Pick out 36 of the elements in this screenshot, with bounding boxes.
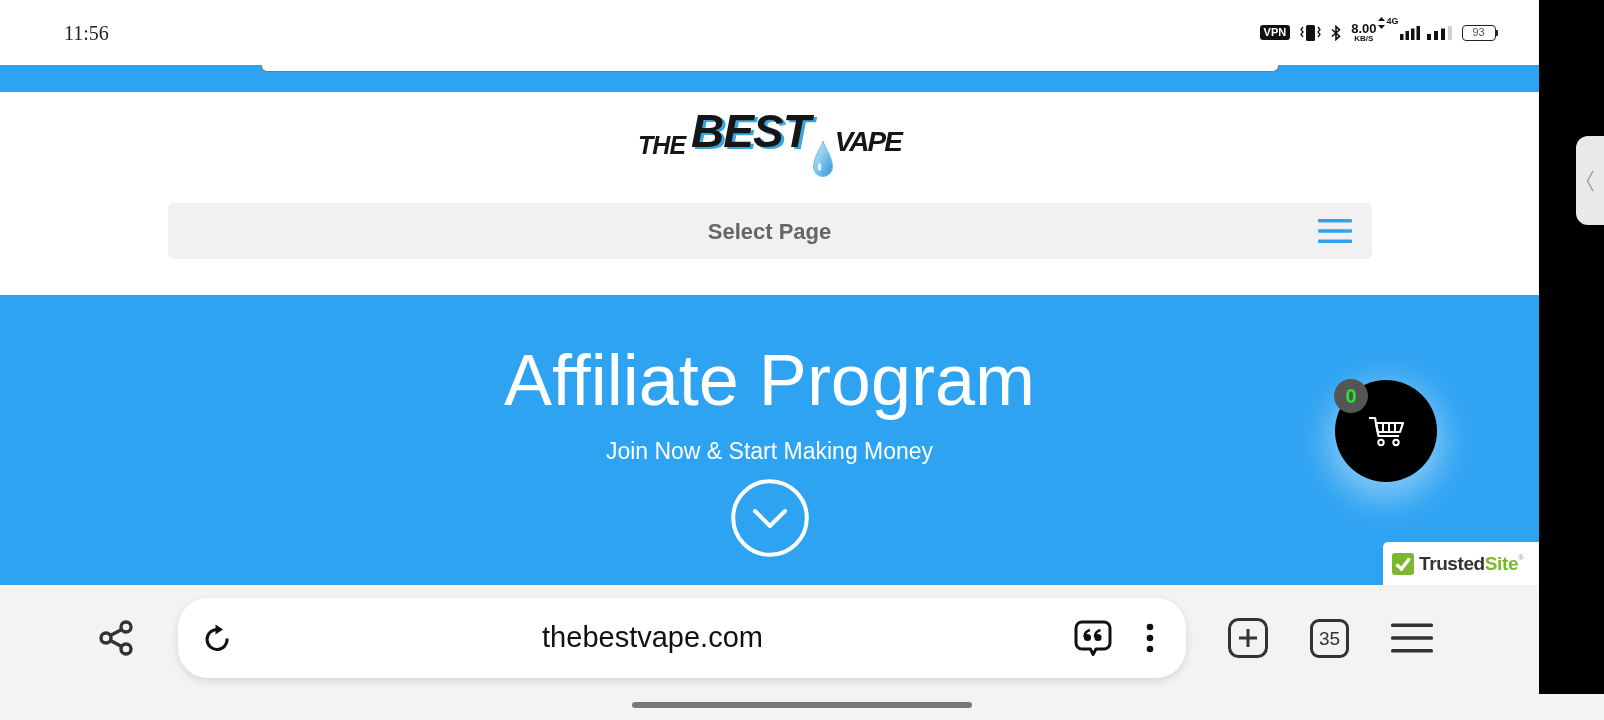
more-options-icon[interactable] [1146,623,1154,653]
bluetooth-icon [1331,24,1342,41]
logo-word: THE [638,133,686,158]
trustedsite-word: Site$^{®}$ [1484,554,1524,573]
logo-word: VAPE [834,128,901,156]
hero-subtitle: Join Now & Start Making Money [605,437,934,466]
menu-icon[interactable] [1391,623,1433,653]
signal-icon [1426,25,1452,40]
select-page-label[interactable]: Select Page [707,214,832,248]
vpn-badge: VPN [1259,25,1291,40]
cart-count-badge: 0 [1334,379,1368,413]
share-icon[interactable] [98,620,134,656]
speed-value: 8.00 [1351,22,1377,35]
menu-bar[interactable]: Select Page [167,203,1372,259]
up-down-arrows-icon [1378,16,1386,29]
side-panel-handle[interactable] [1576,136,1604,225]
network-type: 4G [1386,16,1399,26]
status-time: 11:56 [64,22,109,43]
speed-unit: KB/S [1354,34,1374,43]
url-text[interactable]: thebestvape.com [231,616,1074,660]
vibrate-icon [1300,23,1322,42]
chevron-left-icon [1586,169,1594,192]
new-tab-icon[interactable] [1228,618,1268,658]
cart-button[interactable] [1335,380,1437,482]
address-bar[interactable]: thebestvape.com [178,598,1186,678]
battery-indicator: 93 [1461,24,1498,41]
signal-icon [1399,25,1420,40]
tab-count-button[interactable]: 35 [1310,618,1349,658]
check-icon [1392,552,1414,575]
trustedsite-word: Trusted [1419,554,1485,573]
quote-bubble-icon[interactable] [1074,619,1112,657]
trustedsite-badge[interactable]: TrustedSite$^{®}$ [1383,542,1539,585]
cart-icon [1368,415,1404,447]
hero-title: Affiliate Program [504,340,1035,420]
reload-icon[interactable] [203,624,231,652]
chevron-down-circle-icon[interactable] [730,479,809,557]
